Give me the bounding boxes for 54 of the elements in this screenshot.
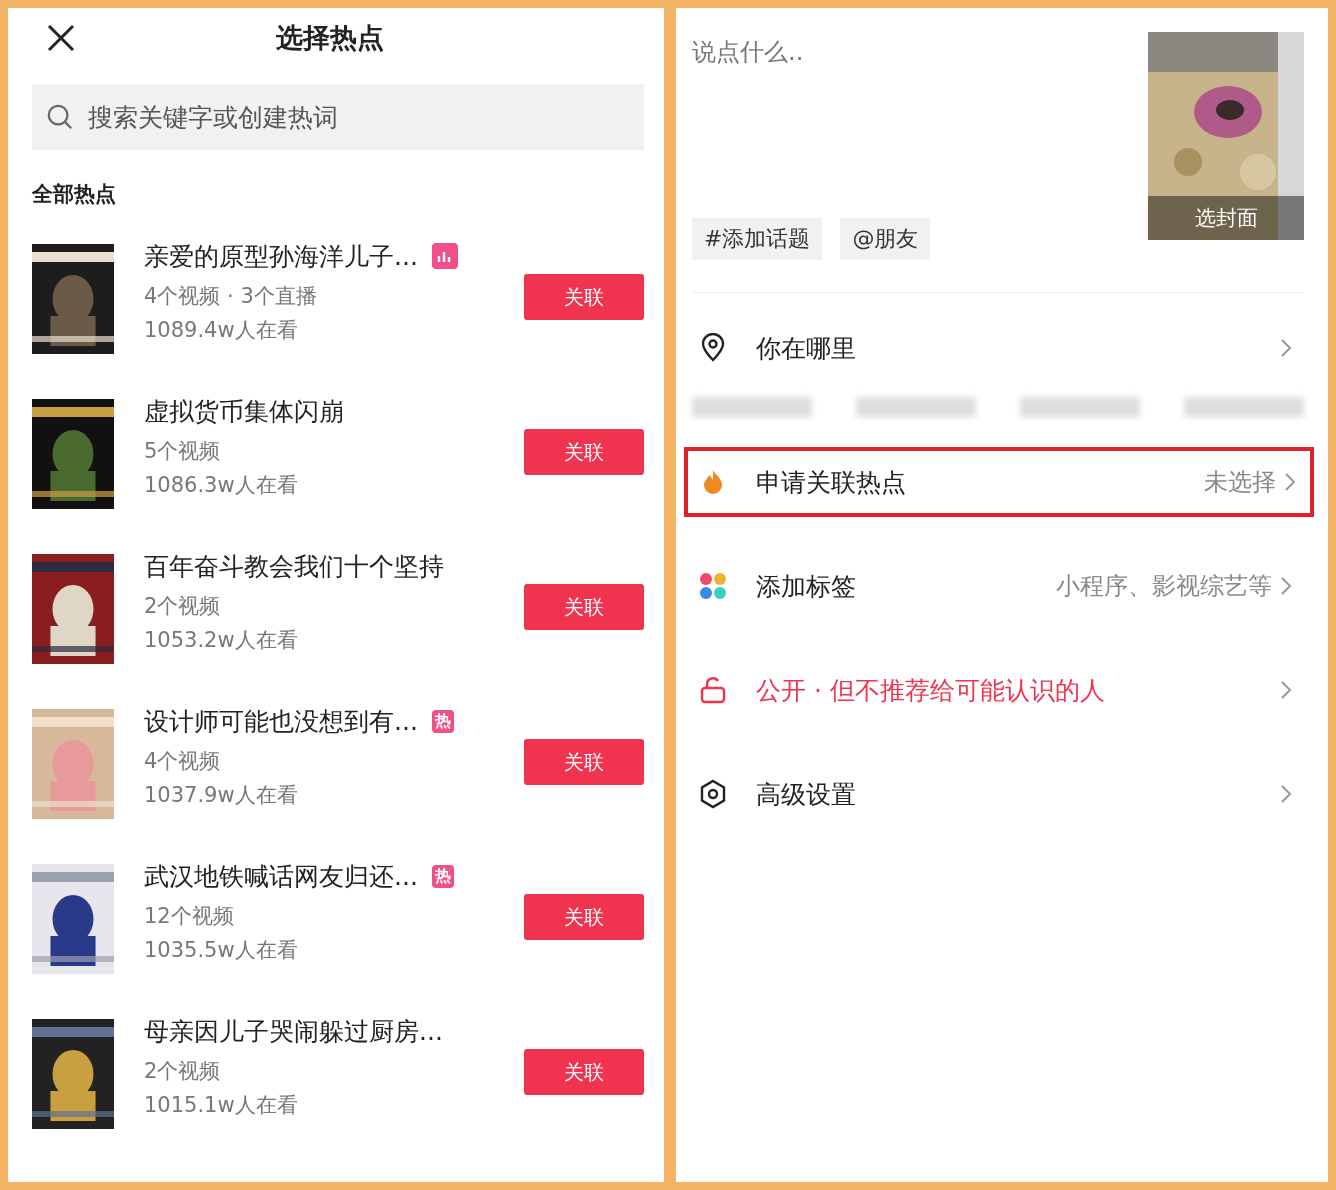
link-button[interactable]: 关联 — [524, 584, 644, 630]
viewer-count: 1035.5w人在看 — [144, 937, 299, 964]
settings-row[interactable]: 公开 · 但不推荐给可能认识的人 — [692, 655, 1304, 725]
chip[interactable]: @朋友 — [840, 218, 931, 260]
chevron-icon — [1280, 338, 1292, 358]
settings-row[interactable]: 你在哪里 — [692, 313, 1304, 383]
topic-meta: 2个视频 — [144, 1058, 222, 1085]
close-icon[interactable] — [46, 23, 76, 53]
row-value: 未选择 — [1204, 467, 1276, 498]
settings-row[interactable]: 添加标签 小程序、影视综艺等 — [692, 551, 1304, 621]
row-label: 你在哪里 — [756, 332, 857, 365]
page-title: 选择热点 — [275, 21, 385, 55]
link-button[interactable]: 关联 — [524, 274, 644, 320]
hot-badge: 热 — [431, 709, 454, 733]
row-label: 申请关联热点 — [756, 466, 907, 499]
hot-badge: 热 — [431, 864, 454, 888]
settings-icon — [698, 779, 728, 809]
row-value: 小程序、影视综艺等 — [1056, 571, 1272, 602]
topic-meta: 12个视频 — [144, 903, 235, 930]
chevron-icon — [1284, 472, 1296, 492]
chip[interactable]: #添加话题 — [692, 218, 823, 260]
topic-title: 虚拟货币集体闪崩 — [144, 395, 344, 428]
chevron-icon — [1280, 576, 1292, 596]
link-button[interactable]: 关联 — [524, 739, 644, 785]
viewer-count: 1037.9w人在看 — [144, 782, 299, 809]
topic-meta: 4个视频 — [144, 748, 222, 775]
row-label: 公开 · 但不推荐给可能认识的人 — [756, 674, 1106, 707]
topic-meta: 5个视频 — [144, 438, 222, 465]
chevron-icon — [1280, 784, 1292, 804]
link-button[interactable]: 关联 — [524, 429, 644, 475]
topic-title: 亲爱的原型孙海洋儿子... — [144, 240, 418, 273]
section-title: 全部热点 — [32, 181, 117, 208]
cover-button[interactable]: 选封面 — [1148, 196, 1304, 240]
topic-title: 设计师可能也没想到有... — [144, 705, 418, 738]
topic-title: 武汉地铁喊话网友归还... — [144, 860, 418, 893]
viewer-count: 1015.1w人在看 — [144, 1092, 299, 1119]
settings-row[interactable]: 申请关联热点 未选择 — [684, 447, 1314, 517]
topic-meta: 2个视频 — [144, 593, 222, 620]
chart-icon — [431, 243, 458, 269]
topic-title: 百年奋斗教会我们十个坚持 — [144, 550, 444, 583]
chevron-icon — [1280, 680, 1292, 700]
row-label: 高级设置 — [756, 778, 857, 811]
link-button[interactable]: 关联 — [524, 1049, 644, 1095]
dots-icon — [698, 571, 728, 601]
topic-title: 母亲因儿子哭闹躲过厨房... — [144, 1015, 443, 1048]
viewer-count: 1053.2w人在看 — [144, 627, 299, 654]
viewer-count: 1089.4w人在看 — [144, 317, 299, 344]
topic-meta: 4个视频 · 3个直播 — [144, 283, 318, 310]
link-button[interactable]: 关联 — [524, 894, 644, 940]
viewer-count: 1086.3w人在看 — [144, 472, 299, 499]
search-field[interactable]: 搜索关键字或创建热词 — [32, 84, 644, 150]
settings-row[interactable]: 高级设置 — [692, 759, 1304, 829]
row-label: 添加标签 — [756, 570, 857, 603]
unlock-icon — [698, 675, 728, 705]
